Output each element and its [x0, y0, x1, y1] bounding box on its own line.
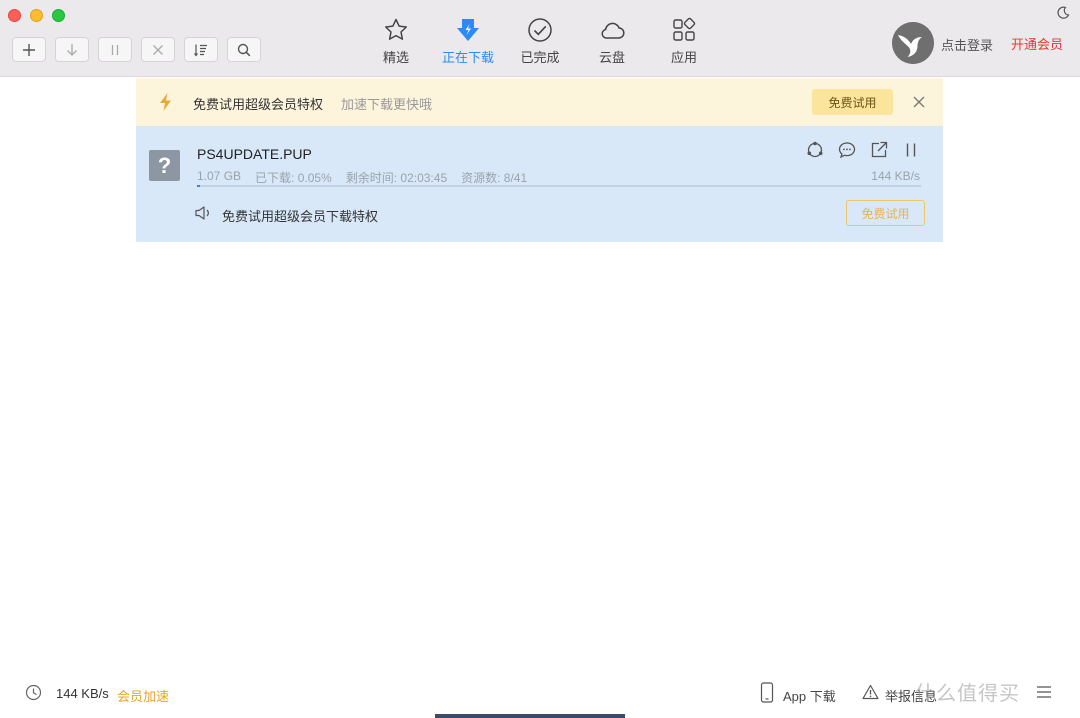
window-controls	[8, 9, 65, 22]
cloud-icon	[601, 22, 625, 39]
speaker-icon	[195, 206, 209, 220]
maximize-window-button[interactable]	[52, 9, 65, 22]
promo-subtitle: 加速下载更快哦	[341, 97, 433, 112]
promo-try-button[interactable]: 免费试用	[812, 89, 893, 115]
download-item[interactable]: ? PS4UPDATE.PUP 1.07 GB 已下载: 0.05% 剩余时间:…	[136, 126, 943, 242]
search-button[interactable]	[227, 37, 261, 62]
arrow-down-icon	[67, 43, 77, 56]
progress-fill	[197, 185, 200, 187]
tab-downloading-label: 正在下载	[441, 50, 494, 65]
app-download-link[interactable]: App 下载	[783, 686, 836, 705]
plus-icon	[23, 43, 35, 56]
tab-downloading[interactable]: 正在下载	[432, 16, 504, 66]
tab-completed[interactable]: 已完成	[504, 16, 576, 66]
item-try-button[interactable]: 免费试用	[846, 200, 925, 226]
pause-icon	[111, 44, 119, 55]
item-promo-text: 免费试用超级会员下载特权	[222, 209, 379, 224]
dock-edge	[435, 714, 625, 718]
tab-cloud[interactable]: 云盘	[576, 16, 648, 66]
pause-task-button[interactable]	[98, 37, 132, 62]
downloaded-percent: 已下载: 0.05%	[255, 171, 332, 185]
moon-icon[interactable]	[1056, 6, 1070, 20]
check-circle-icon	[528, 18, 552, 42]
menu-icon[interactable]	[1036, 685, 1052, 699]
bird-avatar-icon	[892, 22, 934, 64]
tab-apps[interactable]: 应用	[648, 16, 720, 66]
app-window: 精选 正在下载 已完成 云盘 应用 点击登录 开通会员 免费试用超级会员特权 加…	[0, 0, 1080, 718]
source-count: 资源数: 8/41	[461, 171, 528, 185]
apps-grid-icon	[673, 17, 696, 41]
delete-task-button[interactable]	[141, 37, 175, 62]
tab-cloud-label: 云盘	[598, 50, 625, 65]
promo-title: 免费试用超级会员特权	[193, 97, 324, 112]
file-size: 1.07 GB	[197, 169, 242, 183]
search-icon	[237, 43, 251, 56]
vip-boost-link[interactable]: 会员加速	[117, 686, 169, 705]
sources-network-icon[interactable]	[805, 140, 825, 160]
warning-icon	[862, 684, 879, 700]
close-window-button[interactable]	[8, 9, 21, 22]
sort-tasks-button[interactable]	[184, 37, 218, 62]
watermark: 什么值得买	[915, 683, 1020, 705]
lightning-icon	[160, 93, 171, 111]
open-vip-link[interactable]: 开通会员	[1011, 34, 1063, 53]
total-speed: 144 KB/s	[56, 686, 109, 701]
download-speed: 144 KB/s	[871, 169, 920, 183]
progress-bar	[197, 185, 921, 187]
pause-icon[interactable]	[901, 140, 921, 160]
new-task-button[interactable]	[12, 37, 46, 62]
tab-apps-label: 应用	[670, 50, 697, 65]
avatar[interactable]	[892, 22, 934, 64]
clock-icon	[25, 684, 42, 701]
close-icon[interactable]	[912, 95, 926, 109]
star-icon	[384, 18, 408, 40]
item-actions	[805, 140, 921, 160]
comment-icon[interactable]	[837, 140, 857, 160]
tab-featured-label: 精选	[382, 50, 409, 65]
tab-completed-label: 已完成	[520, 50, 560, 65]
open-external-icon[interactable]	[869, 140, 889, 160]
time-remaining: 剩余时间: 02:03:45	[345, 171, 448, 185]
status-bar: 144 KB/s 会员加速 App 下载 举报信息 什么值得买	[0, 668, 1080, 718]
download-bolt-icon	[457, 19, 479, 41]
main-nav-tabs: 精选 正在下载 已完成 云盘 应用	[360, 16, 720, 66]
login-link[interactable]: 点击登录	[941, 35, 993, 54]
file-name: PS4UPDATE.PUP	[197, 146, 312, 162]
start-task-button[interactable]	[55, 37, 89, 62]
task-tool-buttons	[12, 37, 261, 62]
file-meta: 1.07 GB 已下载: 0.05% 剩余时间: 02:03:45 资源数: 8…	[197, 169, 527, 186]
vip-promo-banner: 免费试用超级会员特权 加速下载更快哦 免费试用	[136, 78, 943, 126]
toolbar: 精选 正在下载 已完成 云盘 应用 点击登录 开通会员	[0, 0, 1080, 77]
phone-icon	[760, 682, 774, 703]
sort-list-icon	[194, 44, 207, 56]
x-icon	[153, 44, 163, 55]
unknown-file-icon: ?	[149, 150, 180, 181]
minimize-window-button[interactable]	[30, 9, 43, 22]
tab-featured[interactable]: 精选	[360, 16, 432, 66]
